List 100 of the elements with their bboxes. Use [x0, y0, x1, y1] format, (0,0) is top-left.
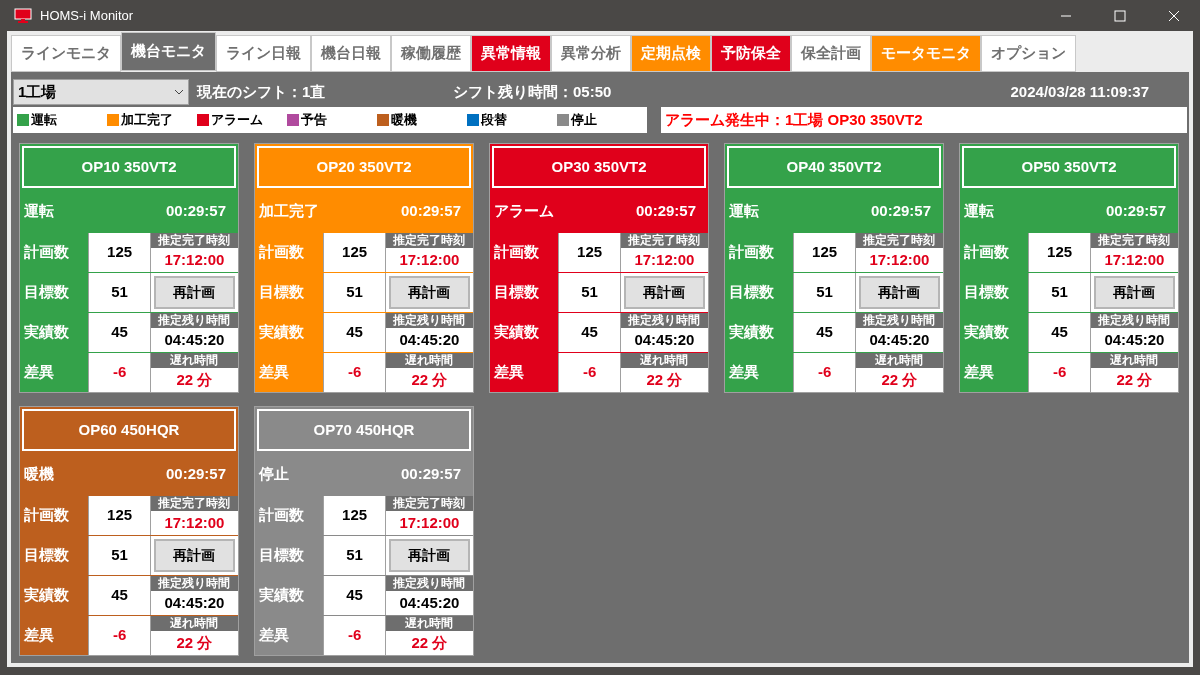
- factory-select[interactable]: 1工場: [13, 79, 189, 105]
- replan-button[interactable]: 再計画: [153, 276, 235, 309]
- row-value: 45: [89, 313, 150, 352]
- machine-name: OP60 450HQR: [22, 409, 236, 451]
- row-label: 目標数: [20, 273, 89, 312]
- row-label: 差異: [960, 353, 1029, 392]
- status-timer: 00:29:57: [400, 464, 461, 485]
- info-caption: 遅れ時間: [385, 353, 473, 368]
- maximize-icon[interactable]: [1114, 9, 1126, 22]
- info-value: 22 分: [410, 632, 449, 653]
- machine-name: OP40 350VT2: [727, 146, 941, 188]
- status-text: 運転: [24, 201, 54, 222]
- row-label: 差異: [255, 616, 324, 655]
- row-value: 51: [89, 273, 150, 312]
- row-label: 差異: [255, 353, 324, 392]
- tab[interactable]: ラインモニタ: [11, 35, 121, 72]
- info-value: 04:45:20: [398, 592, 461, 613]
- info-value: 17:12:00: [398, 249, 461, 270]
- row-value: 51: [794, 273, 855, 312]
- row-value: -6: [794, 353, 855, 392]
- close-icon[interactable]: [1168, 9, 1180, 22]
- info-caption: 遅れ時間: [150, 616, 238, 631]
- row-label: 実績数: [255, 313, 324, 352]
- row-value: 51: [559, 273, 620, 312]
- info-value: 22 分: [410, 369, 449, 390]
- info-caption: 推定完了時刻: [150, 233, 238, 248]
- row-value: 125: [1029, 233, 1090, 272]
- info-value: 04:45:20: [1103, 329, 1166, 350]
- status-timer: 00:29:57: [870, 201, 931, 222]
- info-caption: 推定残り時間: [620, 313, 708, 328]
- shift-remaining: シフト残り時間：05:50: [453, 81, 612, 102]
- row-value: 51: [1029, 273, 1090, 312]
- monitor-icon: [14, 7, 32, 24]
- status-timer: 00:29:57: [165, 464, 226, 485]
- row-value: 51: [324, 273, 385, 312]
- info-value: 17:12:00: [398, 512, 461, 533]
- info-caption: 遅れ時間: [385, 616, 473, 631]
- tab[interactable]: オプション: [981, 35, 1076, 72]
- info-caption: 遅れ時間: [620, 353, 708, 368]
- tab[interactable]: 保全計画: [791, 35, 871, 72]
- replan-button[interactable]: 再計画: [858, 276, 940, 309]
- row-label: 計画数: [725, 233, 794, 272]
- info-value: 04:45:20: [163, 592, 226, 613]
- replan-button[interactable]: 再計画: [623, 276, 705, 309]
- machine-name: OP70 450HQR: [257, 409, 471, 451]
- replan-button[interactable]: 再計画: [1093, 276, 1175, 309]
- window-title: HOMS-i Monitor: [40, 6, 134, 25]
- row-value: -6: [559, 353, 620, 392]
- row-label: 目標数: [725, 273, 794, 312]
- status-text: 運転: [964, 201, 994, 222]
- info-caption: 推定完了時刻: [150, 496, 238, 511]
- tab[interactable]: 異常分析: [551, 35, 631, 72]
- row-value: -6: [89, 353, 150, 392]
- status-text: 加工完了: [259, 201, 319, 222]
- status-text: アラーム: [494, 201, 554, 222]
- info-caption: 遅れ時間: [1090, 353, 1178, 368]
- row-label: 計画数: [255, 233, 324, 272]
- row-label: 実績数: [20, 576, 89, 615]
- info-value: 04:45:20: [868, 329, 931, 350]
- info-caption: 推定残り時間: [150, 313, 238, 328]
- replan-button[interactable]: 再計画: [388, 276, 470, 309]
- row-value: -6: [1029, 353, 1090, 392]
- legend-label: 暖機: [391, 111, 417, 130]
- legend-label: 加工完了: [121, 111, 173, 130]
- row-value: -6: [324, 353, 385, 392]
- info-value: 17:12:00: [633, 249, 696, 270]
- row-label: 差異: [490, 353, 559, 392]
- info-value: 22 分: [645, 369, 684, 390]
- row-label: 差異: [725, 353, 794, 392]
- replan-button[interactable]: 再計画: [388, 539, 470, 572]
- info-caption: 推定完了時刻: [620, 233, 708, 248]
- info-value: 04:45:20: [398, 329, 461, 350]
- legend-label: 停止: [571, 111, 597, 130]
- info-caption: 遅れ時間: [150, 353, 238, 368]
- row-label: 実績数: [960, 313, 1029, 352]
- row-label: 計画数: [255, 496, 324, 535]
- row-value: 51: [324, 536, 385, 575]
- row-label: 目標数: [490, 273, 559, 312]
- machine-name: OP10 350VT2: [22, 146, 236, 188]
- row-value: 125: [324, 233, 385, 272]
- chevron-down-icon: [174, 89, 184, 95]
- tab[interactable]: 稼働履歴: [391, 35, 471, 72]
- row-value: -6: [324, 616, 385, 655]
- tab[interactable]: 機台日報: [311, 35, 391, 72]
- info-value: 22 分: [175, 632, 214, 653]
- info-value: 04:45:20: [633, 329, 696, 350]
- date-time: 2024/03/28 11:09:37: [1010, 81, 1149, 102]
- row-value: 45: [794, 313, 855, 352]
- tab[interactable]: 予防保全: [711, 35, 791, 72]
- row-label: 計画数: [490, 233, 559, 272]
- row-value: 125: [559, 233, 620, 272]
- row-label: 実績数: [490, 313, 559, 352]
- row-label: 実績数: [725, 313, 794, 352]
- replan-button[interactable]: 再計画: [153, 539, 235, 572]
- tab[interactable]: 機台モニタ: [121, 32, 216, 71]
- tab[interactable]: ライン日報: [216, 35, 311, 72]
- info-value: 17:12:00: [1103, 249, 1166, 270]
- info-caption: 推定完了時刻: [385, 233, 473, 248]
- row-value: -6: [89, 616, 150, 655]
- tab[interactable]: 異常情報: [471, 35, 551, 72]
